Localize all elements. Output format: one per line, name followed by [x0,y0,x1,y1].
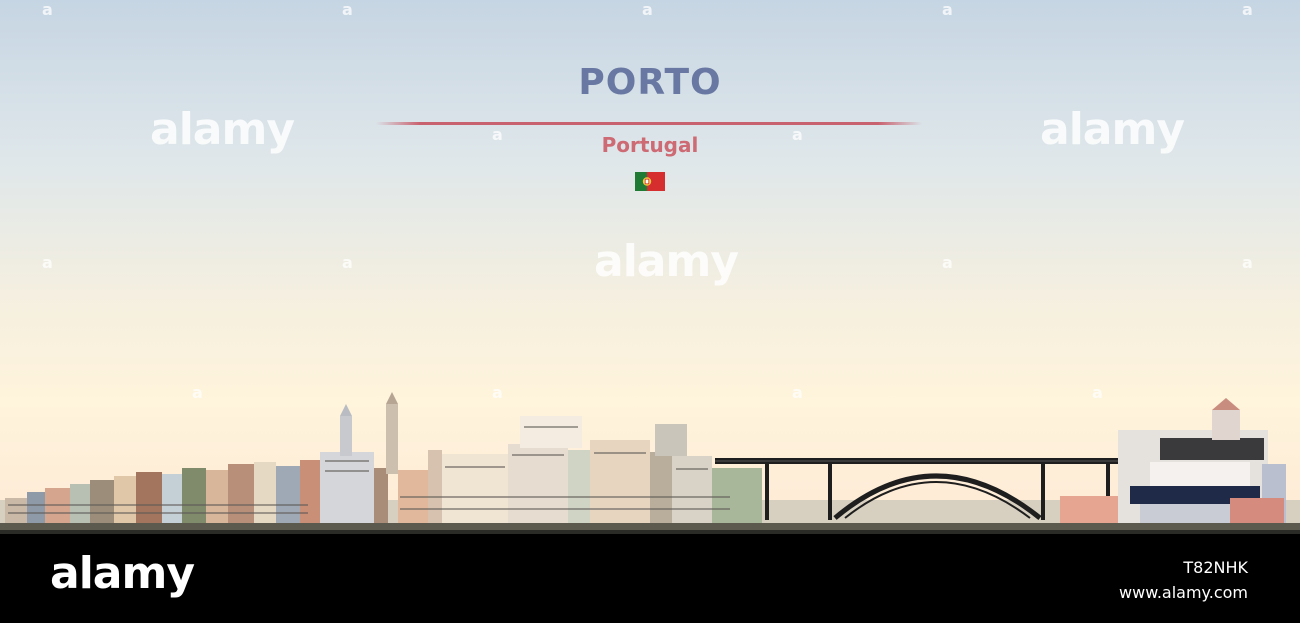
city-title: PORTO [578,62,722,103]
watermark-mark: a [1242,0,1253,19]
left-district [5,392,762,523]
watermark-mark: a [342,253,353,272]
watermark-mark: a [642,0,653,19]
porto-skyline [0,392,1300,540]
title-underline [376,122,922,125]
watermark-mark: a [342,0,353,19]
alamy-logo: alamy [50,548,195,599]
watermark-mark: a [42,0,53,19]
watermark-mark: a [1242,253,1253,272]
image-id: T82NHK [1183,558,1248,577]
portugal-flag-icon [635,172,665,191]
watermark-mark: a [942,253,953,272]
watermark-mark: a [42,253,53,272]
country-subtitle: Portugal [601,133,699,157]
watermark-logo: alamy [594,236,739,287]
stock-image: a a a a a a a a a a a a a a a alamy alam… [0,0,1300,623]
site-url: www.alamy.com [1119,583,1248,602]
footer-bar [0,534,1300,623]
watermark-mark: a [942,0,953,19]
